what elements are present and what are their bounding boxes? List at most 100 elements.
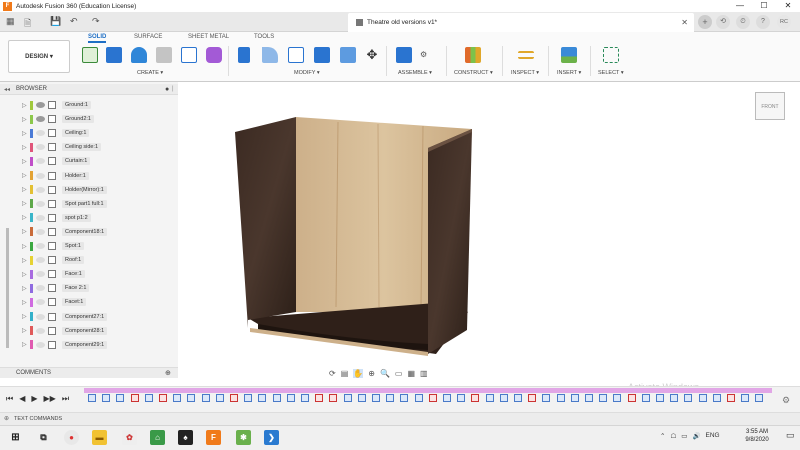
expand-triangle-icon[interactable]: ▷ — [22, 200, 30, 207]
timeline-feature[interactable] — [485, 394, 494, 402]
expand-triangle-icon[interactable]: ▷ — [22, 285, 30, 292]
visibility-eye-icon[interactable] — [36, 271, 45, 278]
taskbar-clock[interactable]: 3:55 AM 9/8/2020 — [737, 428, 777, 444]
document-tab[interactable]: Theatre old versions v1* ✕ — [348, 13, 694, 32]
visibility-eye-icon[interactable] — [36, 144, 45, 151]
app-house-icon[interactable]: ⌂ — [150, 430, 165, 445]
timeline-feature[interactable] — [116, 394, 125, 402]
expand-triangle-icon[interactable]: ▷ — [22, 327, 30, 334]
step-forward-icon[interactable]: ▶▶ — [44, 394, 56, 404]
timeline-feature[interactable] — [159, 394, 167, 402]
right-wall[interactable] — [428, 129, 472, 354]
tab-solid[interactable]: SOLID — [88, 34, 107, 43]
browser-tree-item[interactable]: ▷ Face 2:1 — [22, 282, 90, 294]
timeline-feature[interactable] — [698, 394, 707, 402]
timeline-feature[interactable] — [627, 394, 636, 402]
timeline-feature[interactable] — [372, 394, 380, 402]
network-icon[interactable]: ☖ — [670, 432, 676, 440]
timeline-feature[interactable] — [187, 394, 196, 402]
timeline-feature[interactable] — [173, 394, 182, 402]
expand-icon[interactable]: ⊕ — [4, 415, 9, 422]
timeline-feature[interactable] — [130, 394, 139, 402]
visibility-eye-icon[interactable] — [36, 243, 45, 249]
timeline-feature[interactable] — [570, 394, 579, 402]
notifications-icon[interactable]: ⏲ — [736, 15, 750, 29]
visibility-eye-icon[interactable] — [36, 214, 45, 221]
visibility-eye-icon[interactable] — [36, 130, 45, 137]
timeline-feature[interactable] — [102, 394, 111, 402]
zoom-icon[interactable]: ⊕ — [368, 369, 375, 378]
timeline-feature[interactable] — [556, 394, 565, 402]
create-sketch-icon[interactable] — [82, 47, 98, 63]
browser-item-label[interactable]: Component29:1 — [62, 340, 108, 349]
tab-close-button[interactable]: ✕ — [681, 18, 688, 27]
orbit-icon[interactable]: ⟳ — [329, 369, 336, 378]
timeline-feature[interactable] — [641, 394, 650, 402]
browser-tree-item[interactable]: ▷ Component28:1 — [22, 325, 108, 337]
browser-tree-item[interactable]: ▷ Ceiling:1 — [22, 127, 90, 139]
file-explorer-icon[interactable]: ▬ — [92, 430, 107, 445]
timeline-feature[interactable] — [613, 394, 622, 402]
timeline-feature[interactable] — [712, 394, 721, 402]
browser-item-label[interactable]: Roof:1 — [62, 256, 85, 265]
measure-icon[interactable] — [518, 51, 534, 59]
browser-tree-item[interactable]: ▷ Facet:1 — [22, 296, 87, 308]
visibility-eye-icon[interactable] — [36, 172, 45, 179]
left-wall[interactable] — [235, 117, 296, 328]
visibility-eye-icon[interactable] — [36, 257, 45, 264]
browser-tree-item[interactable]: ▷ Component29:1 — [22, 339, 108, 351]
timeline-feature[interactable] — [656, 394, 664, 402]
minimize-button[interactable]: — — [728, 0, 752, 12]
timeline-feature[interactable] — [144, 394, 153, 402]
fusion360-taskbar-icon[interactable]: F — [206, 430, 221, 445]
timeline-feature[interactable] — [357, 394, 366, 402]
timeline-feature[interactable] — [272, 394, 281, 402]
timeline-track[interactable] — [84, 388, 772, 393]
hole-icon[interactable] — [156, 47, 172, 63]
step-back-icon[interactable]: ◀ — [19, 394, 25, 404]
action-center-icon[interactable]: ▭ — [786, 430, 795, 441]
timeline-feature[interactable] — [741, 394, 750, 402]
comments-pin-icon[interactable]: ⊕ — [165, 369, 171, 377]
timeline-feature[interactable] — [670, 394, 679, 402]
pan-icon[interactable]: ✋ — [353, 368, 364, 378]
display-settings-icon[interactable]: ▭ — [395, 369, 403, 378]
timeline-feature[interactable] — [428, 394, 437, 402]
timeline-feature[interactable] — [542, 394, 551, 402]
collapse-panel-icon[interactable]: ◂◂ — [4, 86, 10, 93]
pattern-icon[interactable] — [181, 47, 197, 63]
visibility-eye-icon[interactable] — [36, 313, 45, 320]
vscode-icon[interactable]: ❯ — [264, 430, 279, 445]
redo-icon[interactable]: ↷ — [92, 16, 100, 27]
pin-icon[interactable]: ● — [165, 86, 169, 93]
new-component-icon[interactable] — [396, 47, 412, 63]
visibility-eye-icon[interactable] — [36, 102, 45, 108]
new-tab-button[interactable]: + — [698, 15, 712, 29]
extensions-icon[interactable]: ⟲ — [716, 15, 730, 29]
visibility-eye-icon[interactable] — [36, 200, 45, 207]
expand-triangle-icon[interactable]: ▷ — [22, 313, 30, 320]
timeline-feature[interactable] — [343, 394, 352, 402]
browser-item-label[interactable]: Holder(Mirror):1 — [62, 185, 107, 194]
maximize-button[interactable]: ☐ — [752, 0, 776, 12]
timeline-feature[interactable] — [244, 394, 253, 402]
browser-item-label[interactable]: spot p1:2 — [62, 213, 91, 222]
expand-triangle-icon[interactable]: ▷ — [22, 144, 30, 151]
browser-tree-item[interactable]: ▷ Ceiling side:1 — [22, 141, 102, 153]
expand-triangle-icon[interactable]: ▷ — [22, 341, 30, 348]
browser-item-label[interactable]: Spot part1 full:1 — [62, 199, 107, 208]
text-commands-bar[interactable]: ⊕ TEXT COMMANDS — [0, 412, 800, 425]
paint-icon[interactable]: ✿ — [122, 430, 137, 445]
browser-tree-item[interactable]: ▷ Spot:1 — [22, 240, 84, 252]
select-icon[interactable] — [603, 47, 619, 63]
timeline-feature[interactable] — [755, 394, 764, 402]
expand-triangle-icon[interactable]: ▷ — [22, 271, 30, 278]
look-at-icon[interactable]: ▤ — [341, 369, 349, 378]
timeline-feature[interactable] — [457, 394, 466, 402]
go-to-start-icon[interactable]: ⏮ — [6, 394, 13, 404]
browser-tree-item[interactable]: ▷ Spot part1 full:1 — [22, 198, 107, 210]
visibility-eye-icon[interactable] — [36, 299, 45, 306]
group-inspect[interactable]: INSPECT ▾ — [511, 70, 539, 76]
browser-item-label[interactable]: Face 2:1 — [62, 284, 90, 293]
expand-triangle-icon[interactable]: ▷ — [22, 299, 30, 306]
